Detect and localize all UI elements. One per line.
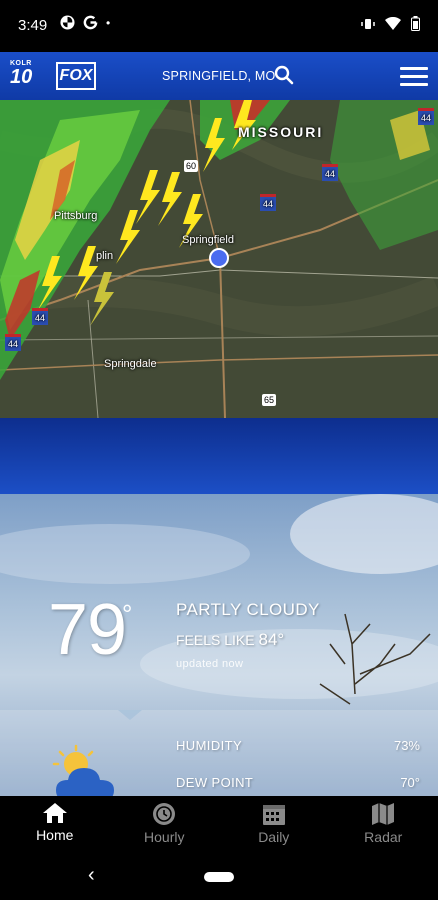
network-logo: FOX (56, 62, 96, 90)
status-time: 3:49 (18, 17, 48, 34)
radar-map-graphic (0, 100, 438, 418)
search-icon[interactable] (274, 65, 294, 85)
radar-map[interactable]: MISSOURI Pittsburg Springfield Springdal… (0, 100, 438, 418)
degree-symbol: ° (122, 599, 133, 629)
map-label-city: plin (96, 250, 114, 262)
notification-dot: • (106, 15, 111, 30)
station-logo[interactable]: KOLR 10 (10, 60, 50, 92)
highway-shield: 44 (322, 164, 339, 181)
blue-band (0, 418, 438, 494)
home-pill[interactable] (204, 872, 234, 882)
map-label-city: Springdale (104, 358, 157, 370)
home-icon (42, 803, 67, 823)
app-header: KOLR 10 FOX SPRINGFIELD, MO (0, 52, 438, 100)
highway-shield: 44 (260, 194, 277, 211)
status-bar: 3:49 • (0, 0, 438, 52)
location-label[interactable]: SPRINGFIELD, MO (162, 69, 275, 83)
highway-shield: 44 (32, 308, 49, 325)
calendar-icon (262, 805, 285, 825)
panel-notch (118, 710, 142, 720)
map-label-city: Pittsburg (54, 210, 98, 222)
system-nav-bar: ‹ (0, 852, 438, 900)
network-logo-text: FOX (59, 67, 93, 84)
station-logo-number: 10 (10, 66, 33, 88)
bottom-tab-bar: Home Hourly Daily Radar (0, 796, 438, 852)
tab-hourly[interactable]: Hourly (110, 796, 220, 852)
feels-like-value: 84° (258, 630, 285, 649)
dew-point-value: 70° (400, 775, 420, 790)
highway-shield: 65 (262, 394, 277, 406)
menu-icon[interactable] (400, 67, 428, 87)
map-icon (372, 803, 395, 825)
updated-text: updated now (176, 658, 244, 670)
clock-icon (153, 803, 176, 825)
vibrate-icon (361, 18, 375, 29)
back-button[interactable]: ‹ (88, 864, 95, 887)
tab-radar[interactable]: Radar (329, 796, 438, 852)
tab-label: Daily (258, 829, 290, 845)
status-left-icons: • (60, 15, 110, 30)
humidity-value: 73% (393, 738, 420, 753)
pinwheel-icon (60, 15, 75, 30)
status-right-icons (361, 16, 420, 31)
wifi-icon (385, 16, 401, 30)
highway-shield: 60 (184, 160, 199, 172)
tab-label: Home (36, 827, 74, 843)
humidity-label: HUMIDITY (176, 738, 243, 753)
google-icon (83, 15, 98, 30)
tab-label: Hourly (144, 829, 185, 845)
dew-point-label: DEW POINT (176, 775, 254, 790)
tab-home[interactable]: Home (0, 796, 110, 852)
condition-text: PARTLY CLOUDY (176, 600, 320, 619)
battery-icon (411, 16, 420, 31)
map-label-state: MISSOURI (238, 124, 324, 140)
current-temperature: 79 (48, 590, 127, 670)
highway-shield: 44 (418, 108, 435, 125)
tab-daily[interactable]: Daily (219, 796, 329, 852)
map-label-city: Springfield (182, 234, 234, 246)
tab-label: Radar (364, 829, 403, 845)
feels-like-label: FEELS LIKE (176, 632, 255, 648)
highway-shield: 44 (5, 334, 22, 351)
partly-cloudy-icon (52, 744, 114, 796)
feels-like: FEELS LIKE 84° (176, 630, 284, 650)
current-conditions: 79 ° PARTLY CLOUDY FEELS LIKE 84° update… (0, 494, 438, 796)
